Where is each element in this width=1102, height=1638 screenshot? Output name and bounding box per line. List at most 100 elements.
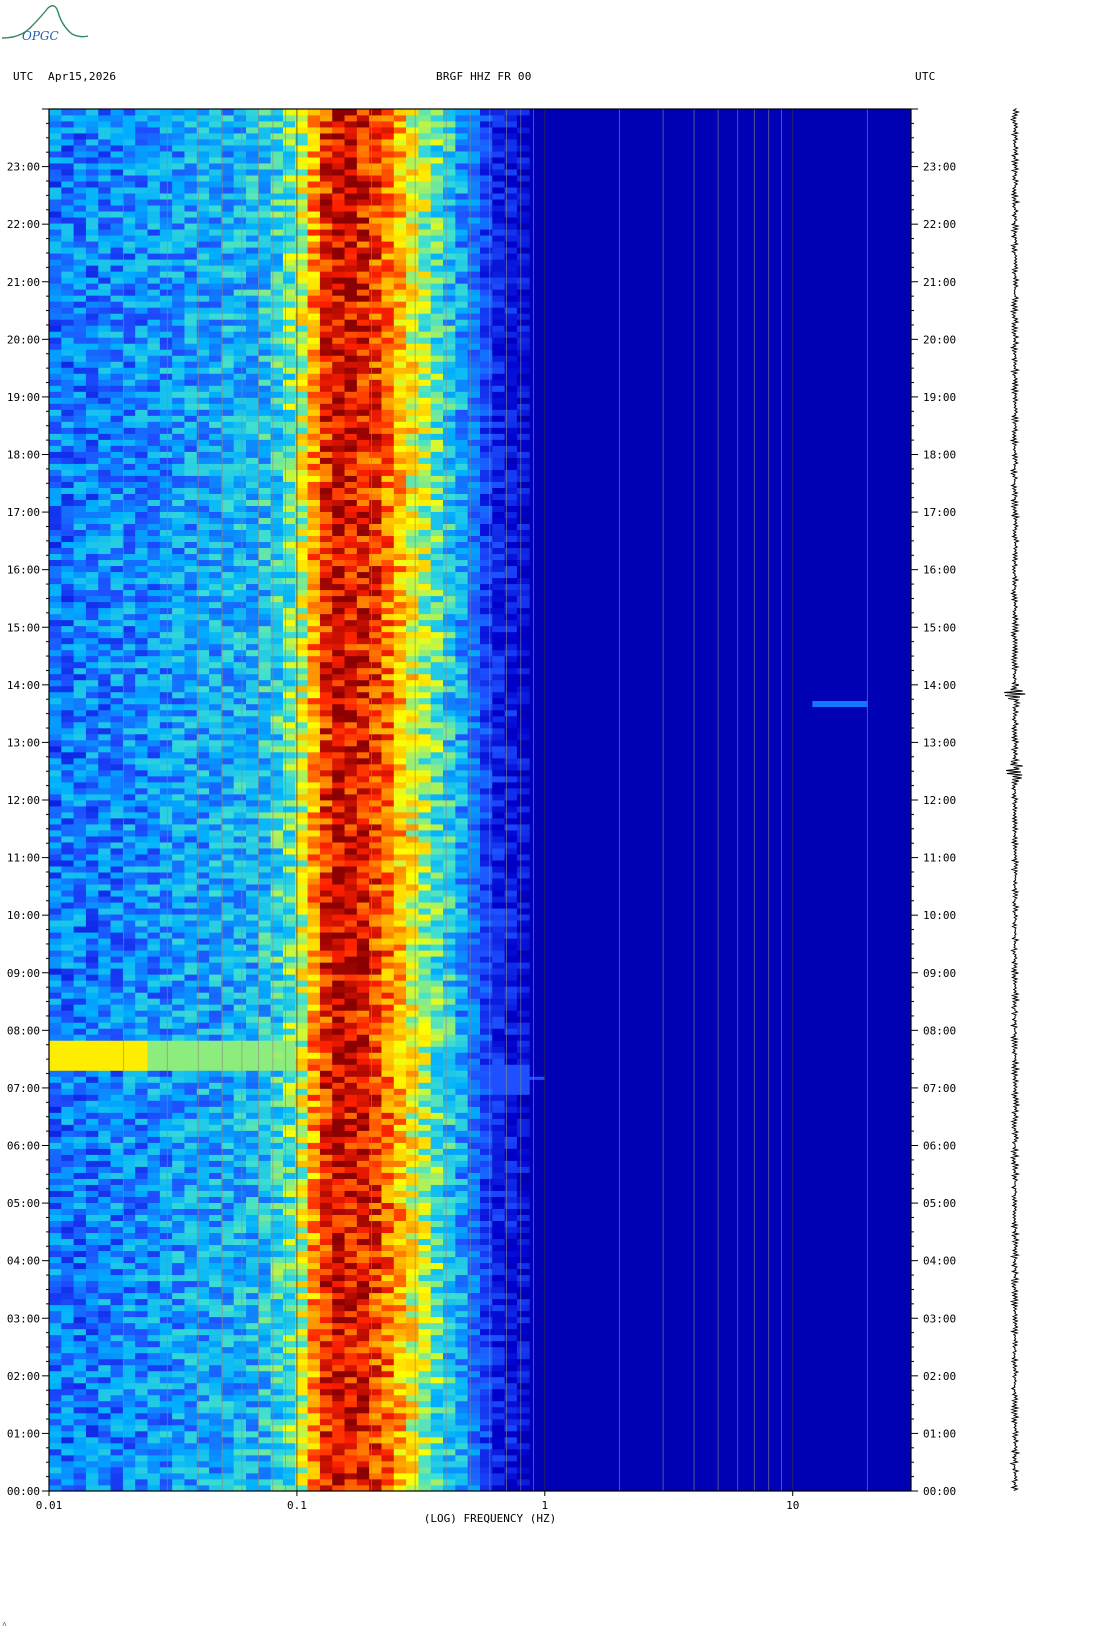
- heatmap-cell: [172, 475, 185, 482]
- heatmap-cell: [135, 1004, 148, 1011]
- heatmap-cell: [85, 391, 99, 398]
- heatmap-cell: [258, 589, 272, 597]
- heatmap-cell: [258, 938, 272, 945]
- heatmap-cell: [147, 1418, 161, 1426]
- heatmap-cell: [246, 950, 259, 957]
- heatmap-cell: [61, 1448, 75, 1456]
- heatmap-cell: [196, 535, 210, 543]
- heatmap-cell: [246, 613, 259, 621]
- heatmap-cell: [209, 493, 222, 500]
- heatmap-cell: [221, 739, 235, 747]
- heatmap-cell: [73, 631, 87, 639]
- heatmap-cell: [246, 385, 259, 392]
- heatmap-cell: [246, 463, 259, 470]
- heatmap-cell: [184, 1238, 198, 1246]
- heatmap-cell: [147, 157, 161, 164]
- heatmap-cell: [184, 193, 198, 200]
- heatmap-cell: [135, 523, 148, 531]
- heatmap-cell: [147, 229, 161, 236]
- heatmap-cell: [282, 445, 296, 452]
- heatmap-cell: [246, 793, 259, 801]
- heatmap-cell: [172, 631, 185, 639]
- heatmap-cell: [221, 475, 235, 482]
- heatmap-cell: [135, 691, 148, 699]
- heatmap-cell: [122, 884, 136, 891]
- heatmap-cell: [49, 571, 62, 579]
- heatmap-cell: [246, 1052, 259, 1059]
- heatmap-cell: [98, 1364, 111, 1372]
- heatmap-cell: [172, 727, 185, 735]
- heatmap-cell: [147, 1172, 161, 1179]
- heatmap-cell: [221, 223, 235, 230]
- heatmap-cell: [282, 1208, 296, 1215]
- heatmap-cell: [135, 968, 148, 975]
- heatmap-cell: [172, 373, 185, 380]
- heatmap-cell: [307, 1010, 321, 1017]
- heatmap-cell: [73, 217, 87, 224]
- heatmap-cell: [135, 337, 148, 344]
- heatmap-cell: [49, 469, 62, 476]
- heatmap-cell: [85, 277, 99, 284]
- heatmap-cell: [184, 1004, 198, 1011]
- heatmap-cell: [209, 367, 222, 374]
- heatmap-cell: [85, 349, 99, 356]
- heatmap-cell: [246, 1310, 259, 1318]
- heatmap-cell: [98, 589, 111, 597]
- heatmap-cell: [209, 800, 222, 807]
- heatmap-cell: [147, 932, 161, 939]
- heatmap-cell: [135, 553, 148, 561]
- heatmap-cell: [98, 1124, 111, 1131]
- heatmap-cell: [184, 691, 198, 699]
- heatmap-cell: [196, 1376, 210, 1384]
- heatmap-cell: [258, 565, 272, 573]
- heatmap-cell: [49, 1310, 62, 1318]
- heatmap-cell: [246, 1112, 259, 1119]
- heatmap-cell: [221, 1016, 235, 1023]
- heatmap-cell: [221, 1172, 235, 1179]
- heatmap-cell: [122, 373, 136, 380]
- heatmap-cell: [196, 884, 210, 891]
- heatmap-cell: [85, 1022, 99, 1029]
- heatmap-cell: [246, 1094, 259, 1101]
- heatmap-cell: [135, 727, 148, 735]
- heatmap-cell: [209, 1304, 222, 1312]
- heatmap-cell: [307, 1346, 321, 1354]
- heatmap-cell: [233, 229, 247, 236]
- heatmap-cell: [122, 613, 136, 621]
- heatmap-cell: [307, 1052, 321, 1059]
- heatmap-cell: [258, 277, 272, 284]
- heatmap-cell: [159, 1304, 173, 1312]
- heatmap-cell: [85, 1466, 99, 1474]
- heatmap-cell: [196, 277, 210, 284]
- heatmap-cell: [135, 920, 148, 927]
- heatmap-cell: [233, 1328, 247, 1336]
- heatmap-cell: [233, 775, 247, 783]
- heatmap-cell: [98, 283, 111, 290]
- heatmap-cell: [73, 1046, 87, 1053]
- heatmap-cell: [159, 956, 173, 963]
- heatmap-cell: [258, 908, 272, 915]
- heatmap-cell: [209, 301, 222, 308]
- heatmap-cell: [282, 463, 296, 470]
- heatmap-cell: [307, 872, 321, 879]
- heatmap-cell: [233, 571, 247, 579]
- heatmap-cell: [85, 139, 99, 146]
- heatmap-cell: [282, 205, 296, 212]
- heatmap-cell: [147, 1322, 161, 1330]
- heatmap-cell: [73, 1472, 87, 1480]
- heatmap-cell: [221, 1478, 235, 1486]
- heatmap-cell: [98, 259, 111, 266]
- heatmap-cell: [184, 295, 198, 302]
- heatmap-cell: [61, 1076, 75, 1083]
- heatmap-cell: [246, 451, 259, 458]
- heatmap-cell: [98, 313, 111, 320]
- heatmap-cell: [159, 475, 173, 482]
- heatmap-cell: [122, 1160, 136, 1167]
- heatmap-cell: [307, 1256, 321, 1264]
- heatmap-cell: [246, 842, 259, 849]
- heatmap-cell: [61, 607, 75, 615]
- heatmap-cell: [98, 878, 111, 885]
- heatmap-cell: [73, 325, 87, 332]
- heatmap-cell: [110, 1052, 124, 1059]
- heatmap-cell: [73, 763, 87, 771]
